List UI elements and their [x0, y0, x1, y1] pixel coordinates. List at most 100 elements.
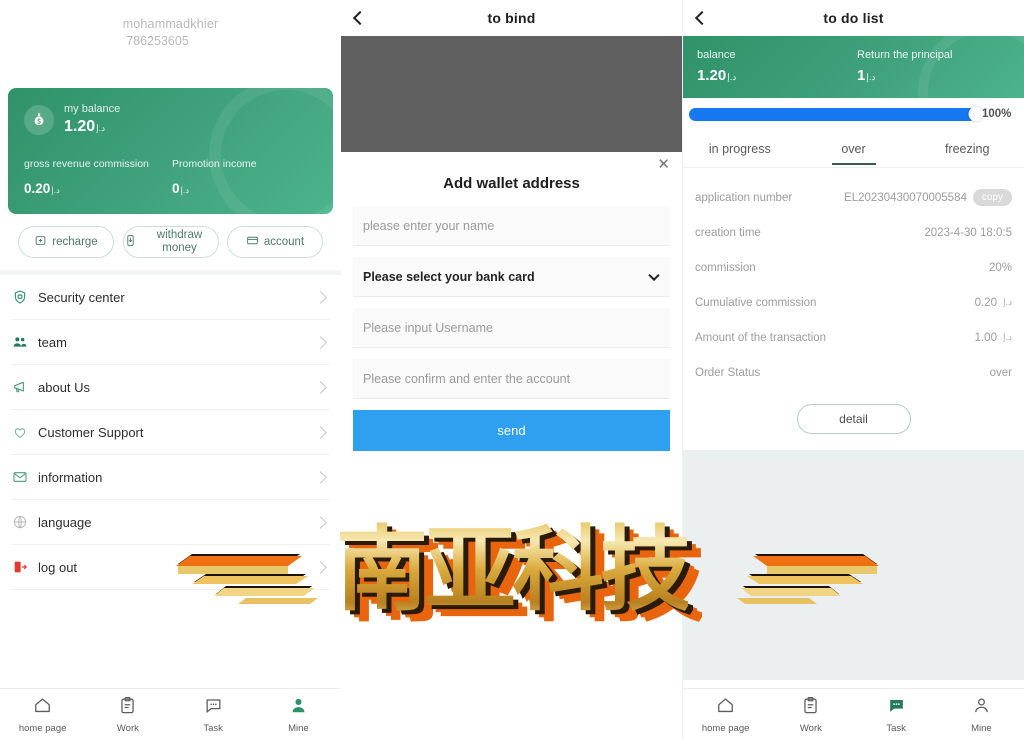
username-field[interactable] — [353, 308, 670, 348]
withdraw-money-button[interactable]: withdraw money — [122, 226, 219, 258]
menu-item-information[interactable]: information — [12, 455, 329, 500]
order-value-wrap: EL20230430070005584 copy — [844, 189, 1012, 206]
screenshot-stage: mohammadkhier 786253605 my balance 1.20د… — [0, 0, 1024, 740]
order-key: application number — [695, 191, 793, 204]
stat-gross-revenue-commission: gross revenue commission 0.20د.إ — [24, 156, 172, 198]
menu-item-log-out[interactable]: log out — [12, 545, 329, 590]
order-row: Amount of the transaction 1.00 د.إ — [695, 320, 1012, 355]
account-button[interactable]: account — [227, 226, 323, 258]
page-title: to bind — [487, 10, 536, 26]
mail-icon — [12, 469, 38, 485]
person-icon — [289, 696, 308, 720]
tabbar-item-task[interactable]: Task — [171, 696, 256, 734]
recharge-icon — [34, 234, 47, 251]
modal-dim-overlay[interactable] — [341, 36, 682, 152]
hero-balance-value-row: 1.20د.إ — [697, 67, 857, 86]
tab-over[interactable]: over — [797, 130, 911, 167]
panel-to-do-list: to do list balance 1.20د.إ Return the pr… — [683, 0, 1024, 740]
add-wallet-address-sheet: ✕ Add wallet address Please select your … — [341, 152, 682, 465]
todo-hero-card: balance 1.20د.إ Return the principal 1د.… — [683, 36, 1024, 98]
order-status-tabs: in progress over freezing — [683, 130, 1024, 168]
withdraw-icon — [124, 234, 137, 251]
hero-balance: balance 1.20د.إ — [697, 47, 857, 98]
stat-promotion-income: Promotion income 0د.إ — [172, 156, 257, 198]
tabbar-label: Mine — [971, 722, 992, 734]
send-button[interactable]: send — [353, 410, 670, 451]
menu-item-language[interactable]: language — [12, 500, 329, 545]
chevron-right-icon — [314, 560, 327, 574]
tab-freezing[interactable]: freezing — [910, 130, 1024, 167]
copy-button[interactable]: copy — [972, 189, 1012, 206]
sheet-title: Add wallet address — [443, 175, 580, 192]
tabbar-item-home-page[interactable]: home page — [0, 696, 85, 734]
tabbar-item-mine[interactable]: Mine — [256, 696, 341, 734]
menu-label: Customer Support — [38, 424, 144, 440]
hero-principal-value-row: 1د.إ — [857, 67, 952, 86]
chevron-right-icon — [314, 425, 327, 439]
back-chevron-icon[interactable] — [353, 11, 367, 25]
detail-button-wrap: detail — [683, 394, 1024, 450]
bank-card-select[interactable]: Please select your bank card — [353, 257, 670, 297]
balance-currency: د.إ — [96, 123, 106, 133]
chevron-right-icon — [314, 335, 327, 349]
panel-to-bind: to bind ✕ Add wallet address Please sele… — [341, 0, 682, 740]
home-icon — [33, 696, 52, 720]
order-row: Order Status over — [695, 355, 1012, 390]
recharge-button[interactable]: recharge — [18, 226, 114, 258]
close-icon[interactable]: ✕ — [657, 157, 670, 172]
withdraw-money-label: withdraw money — [156, 229, 203, 254]
stat1-value-row: 0.20د.إ — [24, 181, 172, 198]
stat2-currency: د.إ — [180, 185, 190, 195]
progress-bar[interactable] — [689, 106, 984, 122]
confirm-account-field[interactable] — [353, 359, 670, 399]
tabbar-item-task[interactable]: Task — [854, 696, 939, 734]
balance-value: 1.20 — [64, 118, 96, 135]
tabbar-item-work[interactable]: Work — [85, 696, 170, 734]
chat-dots-icon — [204, 696, 223, 720]
appbar-to-bind: to bind — [341, 0, 682, 36]
order-value: 20% — [988, 261, 1012, 274]
order-key: creation time — [695, 226, 761, 239]
tabbar-item-work[interactable]: Work — [768, 696, 853, 734]
hero-principal: Return the principal 1د.إ — [857, 47, 952, 98]
confirm-account-input[interactable] — [363, 371, 660, 386]
menu-item-about-us[interactable]: about Us — [12, 365, 329, 410]
empty-list-area — [683, 450, 1024, 680]
stat1-value: 0.20 — [24, 181, 51, 196]
menu-label: team — [38, 334, 67, 350]
chevron-right-icon — [314, 290, 327, 304]
megaphone-icon — [12, 379, 38, 395]
tabbar-item-mine[interactable]: Mine — [939, 696, 1024, 734]
username-input[interactable] — [363, 320, 660, 335]
progress-fill — [689, 107, 976, 121]
stat2-value: 0 — [172, 181, 180, 196]
bottom-tabbar-right: home page Work Task Mine — [683, 688, 1024, 740]
order-row: commission 20% — [695, 250, 1012, 285]
order-value-wrap: 0.20 د.إ — [975, 297, 1012, 309]
shield-icon — [12, 289, 38, 305]
order-value-wrap: 1.00 د.إ — [975, 332, 1012, 344]
menu-item-team[interactable]: team — [12, 320, 329, 365]
mine-body: my balance 1.20د.إ gross revenue commiss… — [0, 88, 341, 590]
balance-label: my balance — [64, 103, 121, 115]
back-chevron-icon[interactable] — [695, 11, 709, 25]
stat1-currency: د.إ — [51, 185, 60, 195]
menu-item-customer-support[interactable]: Customer Support — [12, 410, 329, 455]
progress-knob[interactable] — [968, 106, 984, 122]
order-key: Order Status — [695, 366, 761, 379]
name-field[interactable] — [353, 206, 670, 246]
detail-button[interactable]: detail — [796, 404, 911, 434]
clipboard-icon — [118, 696, 137, 720]
globe-icon — [12, 514, 38, 530]
menu-item-security-center[interactable]: Security center — [12, 275, 329, 320]
menu-label: log out — [38, 559, 78, 575]
menu-label: about Us — [38, 379, 91, 395]
tabbar-label: Work — [116, 722, 139, 734]
bank-card-select-value: Please select your bank card — [363, 269, 535, 284]
name-input[interactable] — [363, 218, 660, 233]
page-title: to do list — [823, 10, 884, 26]
tab-in-progress[interactable]: in progress — [683, 130, 797, 167]
order-value: EL20230430070005584 — [844, 191, 967, 204]
order-value: 0.20 — [974, 296, 997, 309]
tabbar-item-home-page[interactable]: home page — [683, 696, 768, 734]
